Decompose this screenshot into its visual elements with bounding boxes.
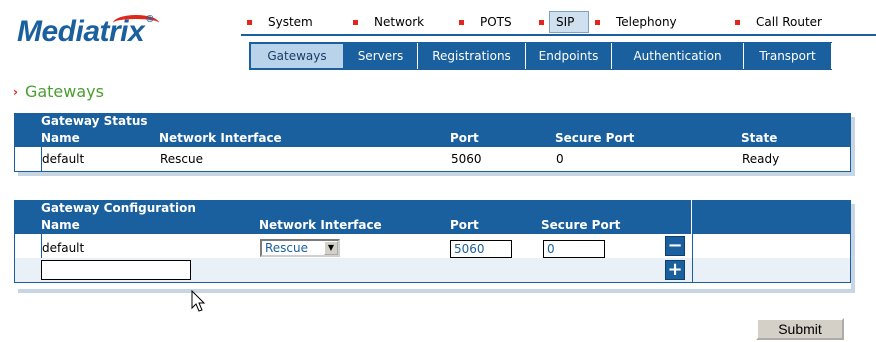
top-menu-network[interactable]: Network [347, 11, 453, 33]
status-secure-port: 0 [556, 152, 564, 166]
gateway-status-header: Gateway Status Name Network Interface Po… [14, 113, 851, 147]
network-interface-select[interactable]: Rescue ▼ [260, 239, 340, 257]
gateway-config-caption: Gateway Configuration [41, 201, 196, 215]
status-col-state: State [741, 131, 778, 145]
table-row: default Rescue ▼ − [14, 234, 851, 258]
tab-gateways[interactable]: Gateways [250, 43, 344, 69]
page-title: › Gateways [13, 82, 104, 101]
config-col-interface: Network Interface [259, 218, 382, 232]
menu-bullet-icon [539, 19, 544, 25]
top-menu-pots[interactable]: POTS [453, 11, 533, 33]
status-col-interface: Network Interface [159, 131, 282, 145]
top-menu-telephony[interactable]: Telephony [589, 11, 715, 33]
sub-menu: Gateways Servers Registrations Endpoints… [249, 42, 832, 70]
registered-mark: ® [146, 14, 154, 25]
top-menu-divider [241, 34, 876, 36]
port-input[interactable] [450, 240, 512, 258]
status-port: 5060 [451, 152, 482, 166]
status-interface: Rescue [160, 152, 204, 166]
config-col-port: Port [450, 218, 479, 232]
top-menu-sip-bullet [533, 11, 549, 33]
top-menu: System Network POTS SIP Telephony Call R… [241, 11, 876, 33]
table-row: default Rescue 5060 0 Ready [14, 147, 851, 172]
status-name: default [42, 152, 85, 166]
gateway-config-header: Gateway Configuration Name Network Inter… [14, 200, 851, 234]
secure-port-input[interactable] [543, 240, 605, 258]
gateway-configuration-panel: Gateway Configuration Name Network Inter… [14, 200, 855, 293]
menu-bullet-icon [247, 19, 252, 25]
tab-servers[interactable]: Servers [344, 43, 418, 69]
chevron-right-icon: › [13, 84, 18, 99]
menu-bullet-icon [459, 19, 464, 25]
config-col-secure-port: Secure Port [541, 218, 621, 232]
new-gateway-name-input[interactable] [41, 260, 191, 280]
menu-bullet-icon [735, 19, 740, 25]
submit-button[interactable]: Submit [756, 318, 844, 340]
top-menu-sip[interactable]: SIP [549, 11, 589, 33]
tab-authentication[interactable]: Authentication [612, 43, 744, 69]
status-col-name: Name [41, 131, 80, 145]
menu-bullet-icon [595, 19, 600, 25]
tab-endpoints[interactable]: Endpoints [526, 43, 612, 69]
mouse-cursor-icon [191, 290, 206, 312]
dropdown-arrow-icon[interactable]: ▼ [324, 241, 338, 255]
gateway-status-panel: Gateway Status Name Network Interface Po… [14, 113, 855, 176]
status-col-port: Port [450, 131, 479, 145]
remove-gateway-button[interactable]: − [665, 236, 685, 256]
config-col-name: Name [41, 218, 80, 232]
new-gateway-row: + [14, 258, 851, 283]
gateway-status-caption: Gateway Status [41, 114, 148, 128]
status-state: Ready [742, 152, 780, 166]
mediatrix-logo: Mediatrix ® [17, 14, 159, 49]
top-menu-system[interactable]: System [241, 11, 347, 33]
tab-registrations[interactable]: Registrations [418, 43, 526, 69]
menu-bullet-icon [353, 19, 358, 25]
config-name: default [42, 241, 85, 255]
status-col-secure-port: Secure Port [555, 131, 635, 145]
top-menu-call-router[interactable]: Call Router [715, 11, 839, 33]
tab-transport[interactable]: Transport [744, 43, 832, 69]
add-gateway-button[interactable]: + [665, 260, 685, 280]
page-title-text: Gateways [24, 82, 104, 101]
